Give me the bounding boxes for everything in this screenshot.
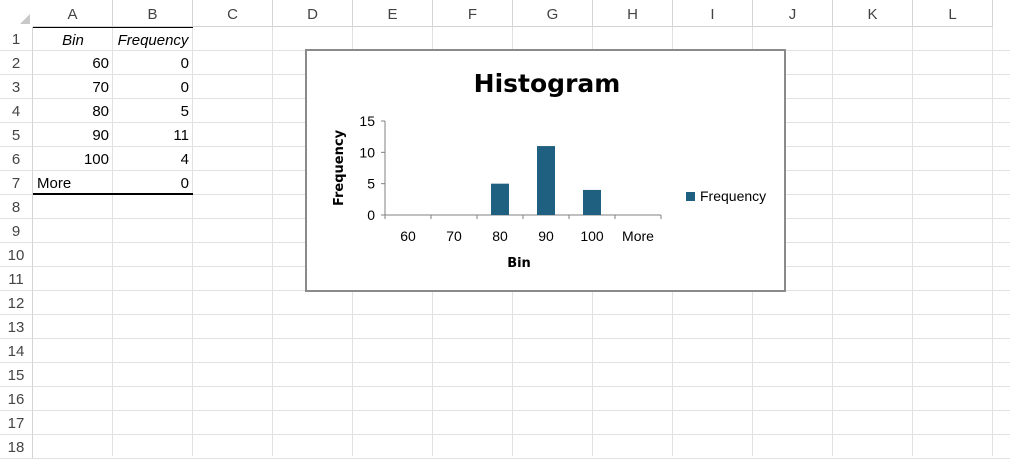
grid-hline (33, 410, 1010, 411)
row-header-2[interactable]: 2 (0, 51, 33, 75)
row-header-12[interactable]: 12 (0, 291, 33, 315)
row-header-8[interactable]: 8 (0, 195, 33, 219)
cell-b5[interactable]: 11 (113, 123, 193, 147)
column-header-d[interactable]: D (273, 0, 353, 27)
y-tick-label: 0 (367, 207, 375, 223)
x-tick-label: 100 (580, 228, 604, 244)
cell-a4[interactable]: 80 (33, 99, 113, 123)
x-tick-label: 90 (538, 228, 554, 244)
column-header-g[interactable]: G (513, 0, 593, 27)
grid-hline (33, 434, 1010, 435)
column-header-f[interactable]: F (433, 0, 513, 27)
row-header-11[interactable]: 11 (0, 267, 33, 291)
column-header-j[interactable]: J (753, 0, 833, 27)
row-header-7[interactable]: 7 (0, 171, 33, 195)
y-tick-label: 15 (359, 113, 375, 129)
y-axis-label: Frequency (332, 129, 347, 206)
grid-hline (33, 338, 1010, 339)
grid-hline (33, 362, 1010, 363)
x-tick-label: 80 (492, 228, 508, 244)
cell-a2[interactable]: 60 (33, 51, 113, 75)
bar-90 (537, 146, 555, 215)
cell-a5[interactable]: 90 (33, 123, 113, 147)
row-header-14[interactable]: 14 (0, 339, 33, 363)
row-header-15[interactable]: 15 (0, 363, 33, 387)
x-tick-label: 60 (400, 228, 416, 244)
cell-a1-bin-header[interactable]: Bin (33, 27, 113, 51)
column-header-i[interactable]: I (673, 0, 753, 27)
bar-100 (583, 189, 601, 215)
cell-b4[interactable]: 5 (113, 99, 193, 123)
column-header-h[interactable]: H (593, 0, 673, 27)
cell-a6[interactable]: 100 (33, 147, 113, 171)
cell-b3[interactable]: 0 (113, 75, 193, 99)
x-tick-label: 70 (446, 228, 462, 244)
row-header-6[interactable]: 6 (0, 147, 33, 171)
legend-swatch (686, 192, 695, 201)
cell-b1-frequency-header[interactable]: Frequency (113, 27, 193, 51)
legend-label: Frequency (700, 188, 766, 204)
row-header-9[interactable]: 9 (0, 219, 33, 243)
y-tick-label: 5 (367, 176, 375, 192)
select-all-icon (20, 14, 30, 24)
grid-hline (33, 314, 1010, 315)
chart-svg: Histogram 0 5 10 15 Frequency 60 70 80 90 100 More B… (332, 69, 766, 271)
column-header-l[interactable]: L (913, 0, 993, 27)
cell-a7[interactable]: More (33, 171, 113, 195)
cell-b2[interactable]: 0 (113, 51, 193, 75)
grid-hline (33, 386, 1010, 387)
row-header-4[interactable]: 4 (0, 99, 33, 123)
cell-a3[interactable]: 70 (33, 75, 113, 99)
row-header-3[interactable]: 3 (0, 75, 33, 99)
row-header-17[interactable]: 17 (0, 411, 33, 435)
row-header-16[interactable]: 16 (0, 387, 33, 411)
column-header-b[interactable]: B (113, 0, 193, 27)
grid-hline (33, 458, 1010, 459)
chart-title: Histogram (474, 69, 621, 98)
select-all-corner[interactable] (0, 0, 34, 28)
row-header-18[interactable]: 18 (0, 435, 33, 459)
histogram-chart[interactable]: Histogram 0 5 10 15 Frequency 60 70 80 90 100 More B… (305, 49, 786, 292)
cell-b6[interactable]: 4 (113, 147, 193, 171)
x-axis-label: Bin (507, 256, 531, 271)
bar-80 (491, 183, 509, 215)
x-tick-label: More (622, 228, 654, 244)
row-header-1[interactable]: 1 (0, 27, 33, 51)
column-header-a[interactable]: A (33, 0, 113, 27)
row-header-5[interactable]: 5 (0, 123, 33, 147)
row-header-10[interactable]: 10 (0, 243, 33, 267)
column-header-k[interactable]: K (833, 0, 913, 27)
column-header-c[interactable]: C (193, 0, 273, 27)
column-header-e[interactable]: E (353, 0, 433, 27)
y-tick-label: 10 (359, 144, 375, 160)
cell-b7[interactable]: 0 (113, 171, 193, 195)
row-header-13[interactable]: 13 (0, 315, 33, 339)
